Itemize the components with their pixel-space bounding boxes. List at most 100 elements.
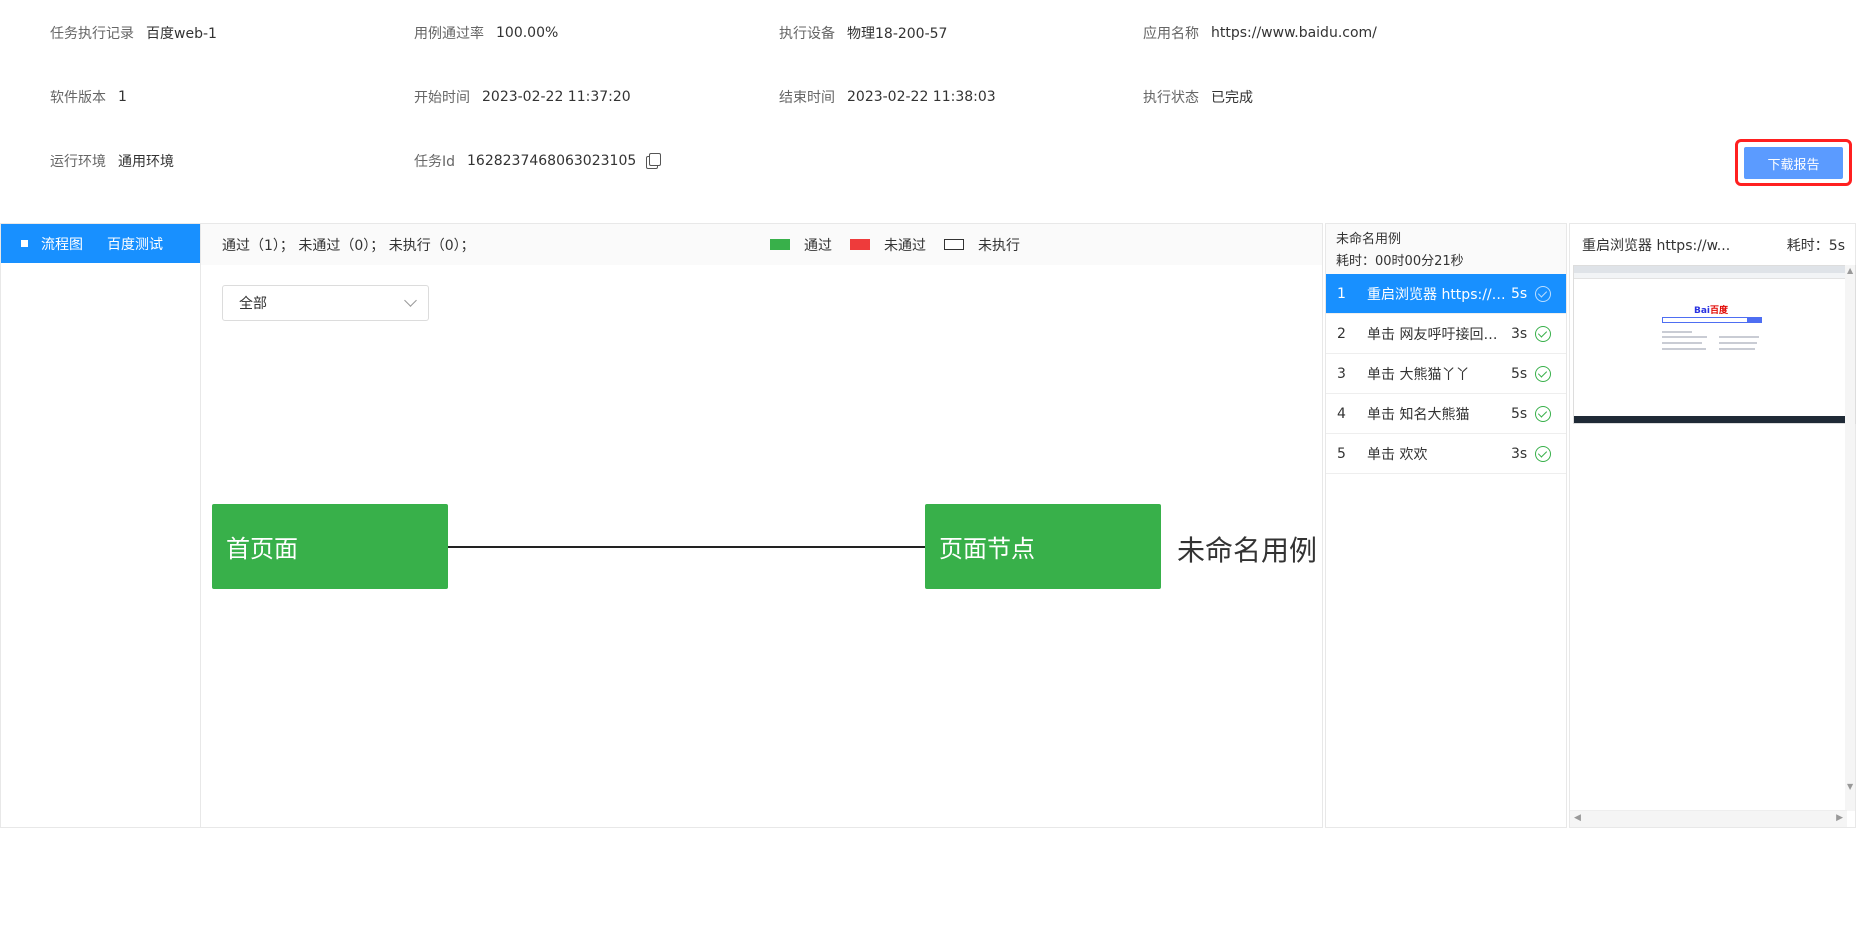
main-area: 流程图 百度测试 通过（1）； 未通过（0）； 未执行（0）； 通过 未通过 未… [0, 223, 1873, 828]
legend-not-run-label: 未执行 [978, 237, 1020, 254]
horizontal-scrollbar[interactable]: ◀ ▶ [1570, 810, 1847, 827]
check-circle-icon [1535, 366, 1551, 382]
scroll-left-icon[interactable]: ◀ [1574, 813, 1581, 823]
thumb-text-line [1662, 348, 1706, 350]
info-label: 任务执行记录 [50, 26, 134, 42]
browser-tabbar [1574, 266, 1855, 273]
step-duration: 3s [1511, 445, 1528, 462]
info-label: 运行环境 [50, 154, 106, 170]
thumb-text-line [1719, 336, 1759, 338]
scroll-up-icon[interactable]: ▲ [1847, 266, 1853, 275]
step-index: 2 [1337, 325, 1346, 342]
flow-node-home[interactable]: 首页面 [212, 504, 448, 589]
thumb-text-line [1719, 342, 1757, 344]
info-app-name: 应用名称 https://www.baidu.com/ [1143, 23, 1377, 43]
case-step-row[interactable]: 1 重启浏览器 https://www.baidu.com/5s [1326, 274, 1566, 314]
info-environment: 运行环境 通用环境 [50, 151, 174, 171]
info-label: 结束时间 [779, 90, 835, 106]
scroll-down-icon[interactable]: ▼ [1847, 782, 1853, 791]
case-step-row[interactable]: 3 单击 大熊猫丫丫 5s [1326, 354, 1566, 394]
square-icon [21, 240, 28, 247]
case-step-panel: 未命名用例 耗时：00时00分21秒 1 重启浏览器 https://www.ba… [1325, 223, 1567, 828]
vertical-scrollbar[interactable]: ▲ ▼ [1845, 265, 1855, 811]
info-start-time: 开始时间 2023-02-22 11:37:20 [414, 87, 631, 107]
legend-fail-label: 未通过 [884, 237, 926, 254]
case-duration: 耗时：00时00分21秒 [1336, 254, 1464, 269]
step-title: 单击 知名大熊猫 [1367, 406, 1470, 423]
copy-icon[interactable] [646, 153, 662, 169]
browser-addressbar [1574, 273, 1855, 279]
step-index: 3 [1337, 365, 1346, 382]
info-label: 应用名称 [1143, 26, 1199, 42]
info-value: 物理18-200-57 [847, 26, 948, 42]
info-label: 执行设备 [779, 26, 835, 42]
info-value: 1 [118, 89, 127, 105]
baidu-logo: Bai百度 [1694, 306, 1729, 316]
info-label: 执行状态 [1143, 90, 1199, 106]
tab-type-label: 流程图 [41, 236, 83, 253]
legend: 通过 未通过 未执行 [770, 224, 1038, 265]
tab-name-label: 百度测试 [107, 236, 163, 253]
info-value: 1628237468063023105 [467, 153, 637, 169]
thumb-search-box [1662, 317, 1748, 323]
step-duration: 5s [1511, 405, 1528, 422]
flow-canvas-panel: 通过（1）； 未通过（0）； 未执行（0）； 通过 未通过 未执行 全部 首页面… [201, 223, 1323, 828]
filter-select[interactable]: 全部 [222, 285, 429, 321]
screenshot-step-title: 重启浏览器 https://w... [1582, 237, 1731, 254]
info-label: 开始时间 [414, 90, 470, 106]
case-step-row[interactable]: 4 单击 知名大熊猫 5s [1326, 394, 1566, 434]
legend-pass-label: 通过 [804, 237, 832, 254]
step-duration: 5s [1511, 365, 1528, 382]
info-status: 执行状态 已完成 [1143, 87, 1253, 107]
check-circle-icon [1535, 326, 1551, 342]
left-panel: 流程图 百度测试 [0, 223, 201, 828]
case-title: 未命名用例 [1336, 232, 1402, 247]
case-header: 未命名用例 耗时：00时00分21秒 [1326, 224, 1566, 274]
scroll-right-icon[interactable]: ▶ [1836, 813, 1843, 823]
info-task-id: 任务Id 1628237468063023105 [414, 151, 662, 171]
info-record: 任务执行记录 百度web-1 [50, 23, 217, 43]
step-index: 4 [1337, 405, 1346, 422]
check-circle-icon [1535, 286, 1551, 302]
flow-edge [448, 546, 925, 548]
info-value: 已完成 [1211, 90, 1253, 106]
info-device: 执行设备 物理18-200-57 [779, 23, 947, 43]
info-software-version: 软件版本 1 [50, 87, 127, 107]
info-value: 通用环境 [118, 154, 174, 170]
thumb-text-line [1662, 331, 1692, 333]
case-step-list: 1 重启浏览器 https://www.baidu.com/5s 2 单击 网友呼吁接… [1326, 274, 1566, 474]
thumb-text-line [1662, 342, 1702, 344]
step-screenshot[interactable]: Bai百度 [1573, 265, 1856, 424]
flow-node-page[interactable]: 页面节点 [925, 504, 1161, 589]
filter-selected-value: 全部 [239, 296, 267, 312]
info-pass-rate: 用例通过率 100.00% [414, 23, 558, 43]
step-index: 1 [1337, 285, 1346, 302]
info-end-time: 结束时间 2023-02-22 11:38:03 [779, 87, 996, 107]
download-highlight: 下载报告 [1735, 139, 1852, 186]
step-duration: 3s [1511, 325, 1528, 342]
download-report-button[interactable]: 下载报告 [1744, 147, 1843, 179]
info-value: 2023-02-22 11:38:03 [847, 89, 996, 105]
thumb-text-line [1719, 348, 1755, 350]
step-title: 重启浏览器 https://www.baidu.com/ [1367, 286, 1507, 303]
step-title: 单击 网友呼吁接回旅日大熊猫 [1367, 326, 1507, 343]
result-summary: 通过（1）； 未通过（0）； 未执行（0）； [222, 237, 475, 254]
legend-fail-swatch [850, 239, 870, 250]
task-info-panel: 任务执行记录 百度web-1 用例通过率 100.00% 执行设备 物理18-2… [0, 0, 1873, 222]
flow-case-label: 未命名用例 [1177, 534, 1318, 567]
legend-not-run-swatch [944, 239, 964, 250]
flowchart-tab[interactable]: 流程图 百度测试 [1, 224, 200, 263]
case-step-row[interactable]: 5 单击 欢欢 3s [1326, 434, 1566, 474]
legend-pass-swatch [770, 239, 790, 250]
step-title: 单击 欢欢 [1367, 446, 1428, 463]
check-circle-icon [1535, 406, 1551, 422]
info-label: 软件版本 [50, 90, 106, 106]
flow-header: 通过（1）； 未通过（0）； 未执行（0）； 通过 未通过 未执行 [201, 224, 1322, 265]
check-circle-icon [1535, 446, 1551, 462]
thumb-text-line [1662, 336, 1707, 338]
info-value: https://www.baidu.com/ [1211, 25, 1377, 41]
info-label: 用例通过率 [414, 26, 484, 42]
info-value: 2023-02-22 11:37:20 [482, 89, 631, 105]
step-title: 单击 大熊猫丫丫 [1367, 366, 1470, 383]
case-step-row[interactable]: 2 单击 网友呼吁接回旅日大熊猫3s [1326, 314, 1566, 354]
